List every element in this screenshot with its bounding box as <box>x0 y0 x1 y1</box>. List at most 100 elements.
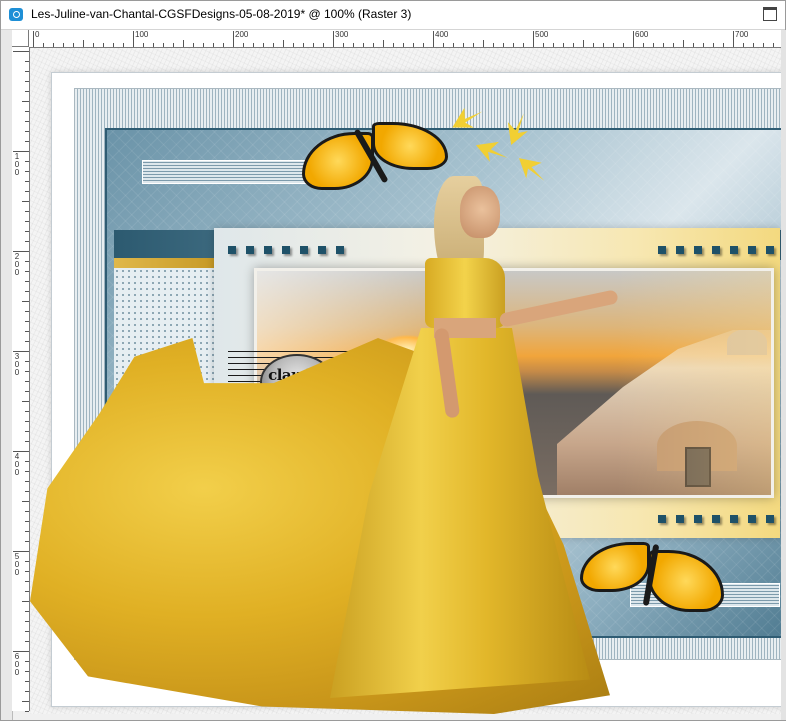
ruler-tick <box>25 681 29 682</box>
ruler-tick <box>25 291 29 292</box>
ruler-label: 0 <box>35 30 40 39</box>
ruler-label: 300 <box>335 30 349 39</box>
decorative-square <box>658 246 666 254</box>
ruler-label: 1 0 0 <box>14 152 20 177</box>
ruler-tick <box>313 43 314 47</box>
ruler-tick <box>25 341 29 342</box>
ruler-tick <box>563 43 564 47</box>
ruler-tick <box>493 43 494 47</box>
ruler-tick <box>663 43 664 47</box>
ruler-label: 200 <box>235 30 249 39</box>
ruler-tick <box>25 211 29 212</box>
ruler-tick <box>22 601 29 602</box>
ruler-tick <box>25 131 29 132</box>
window-title: Les-Juline-van-Chantal-CGSFDesigns-05-08… <box>31 7 412 21</box>
ruler-tick <box>203 43 204 47</box>
vertical-scrollbar[interactable] <box>781 30 786 720</box>
ruler-tick <box>703 43 704 47</box>
ruler-tick <box>53 43 54 47</box>
ruler-tick <box>25 441 29 442</box>
ruler-tick <box>25 161 29 162</box>
ruler-tick <box>463 43 464 47</box>
image-canvas[interactable]: claudia <box>30 48 781 714</box>
ruler-tick <box>303 43 304 47</box>
ruler-tick <box>73 43 74 47</box>
ruler-tick <box>333 31 334 47</box>
ruler-tick <box>25 611 29 612</box>
ruler-tick <box>13 51 29 52</box>
ruler-tick <box>93 43 94 47</box>
ruler-tick <box>293 43 294 47</box>
image-window-icon <box>9 8 23 21</box>
ruler-tick <box>433 31 434 47</box>
ruler-tick <box>22 301 29 302</box>
ruler-tick <box>25 221 29 222</box>
ruler-tick <box>243 43 244 47</box>
vertical-ruler[interactable]: 1 0 0 2 0 0 3 0 0 4 0 0 5 0 0 6 0 0 <box>12 47 30 712</box>
ruler-tick <box>25 581 29 582</box>
ruler-tick <box>143 43 144 47</box>
ruler-tick <box>25 231 29 232</box>
ruler-tick <box>25 571 29 572</box>
decorative-square <box>300 246 308 254</box>
ruler-tick <box>553 43 554 47</box>
ruler-tick <box>613 43 614 47</box>
ruler-tick <box>413 43 414 47</box>
ruler-label: 500 <box>535 30 549 39</box>
ruler-tick <box>193 43 194 47</box>
decorative-square <box>676 246 684 254</box>
ruler-tick <box>25 591 29 592</box>
ruler-tick <box>25 121 29 122</box>
ruler-tick <box>25 311 29 312</box>
ruler-tick <box>693 43 694 47</box>
ruler-tick <box>25 631 29 632</box>
ruler-tick <box>22 201 29 202</box>
striped-slot-top <box>142 160 312 184</box>
ruler-tick <box>25 271 29 272</box>
ruler-tick <box>25 491 29 492</box>
ruler-tick <box>623 43 624 47</box>
ruler-tick <box>123 43 124 47</box>
ruler-tick <box>25 411 29 412</box>
ruler-tick <box>503 43 504 47</box>
ruler-label: 5 0 0 <box>14 552 20 577</box>
window-titlebar[interactable]: Les-Juline-van-Chantal-CGSFDesigns-05-08… <box>1 1 785 30</box>
ruler-tick <box>22 401 29 402</box>
decorative-square <box>748 515 756 523</box>
horizontal-ruler[interactable]: 0 100 200 300 400 500 600 700 <box>29 30 784 48</box>
decorative-square <box>228 246 236 254</box>
ruler-tick <box>453 43 454 47</box>
ruler-tick <box>113 43 114 47</box>
ruler-tick <box>25 371 29 372</box>
ruler-tick <box>713 43 714 47</box>
ruler-tick <box>443 43 444 47</box>
ruler-corner <box>12 30 29 47</box>
ruler-label: 700 <box>735 30 749 39</box>
ruler-tick <box>25 541 29 542</box>
decorative-square <box>712 515 720 523</box>
ruler-tick <box>25 331 29 332</box>
ruler-tick <box>353 43 354 47</box>
ruler-tick <box>513 43 514 47</box>
ruler-tick <box>643 43 644 47</box>
ruler-tick <box>343 43 344 47</box>
ruler-tick <box>383 40 384 47</box>
decorative-square <box>264 246 272 254</box>
ruler-tick <box>25 461 29 462</box>
gold-accent-line <box>114 258 214 268</box>
ruler-tick <box>393 43 394 47</box>
ruler-tick <box>25 71 29 72</box>
ruler-tick <box>363 43 364 47</box>
maximize-button[interactable] <box>763 7 777 21</box>
ruler-tick <box>263 43 264 47</box>
ruler-tick <box>633 31 634 47</box>
ruler-tick <box>25 661 29 662</box>
ruler-tick <box>22 701 29 702</box>
ruler-tick <box>25 711 29 712</box>
ruler-tick <box>22 101 29 102</box>
ruler-tick <box>25 561 29 562</box>
ruler-tick <box>723 43 724 47</box>
ruler-tick <box>25 171 29 172</box>
ruler-tick <box>25 321 29 322</box>
ruler-label: 6 0 0 <box>14 652 20 677</box>
